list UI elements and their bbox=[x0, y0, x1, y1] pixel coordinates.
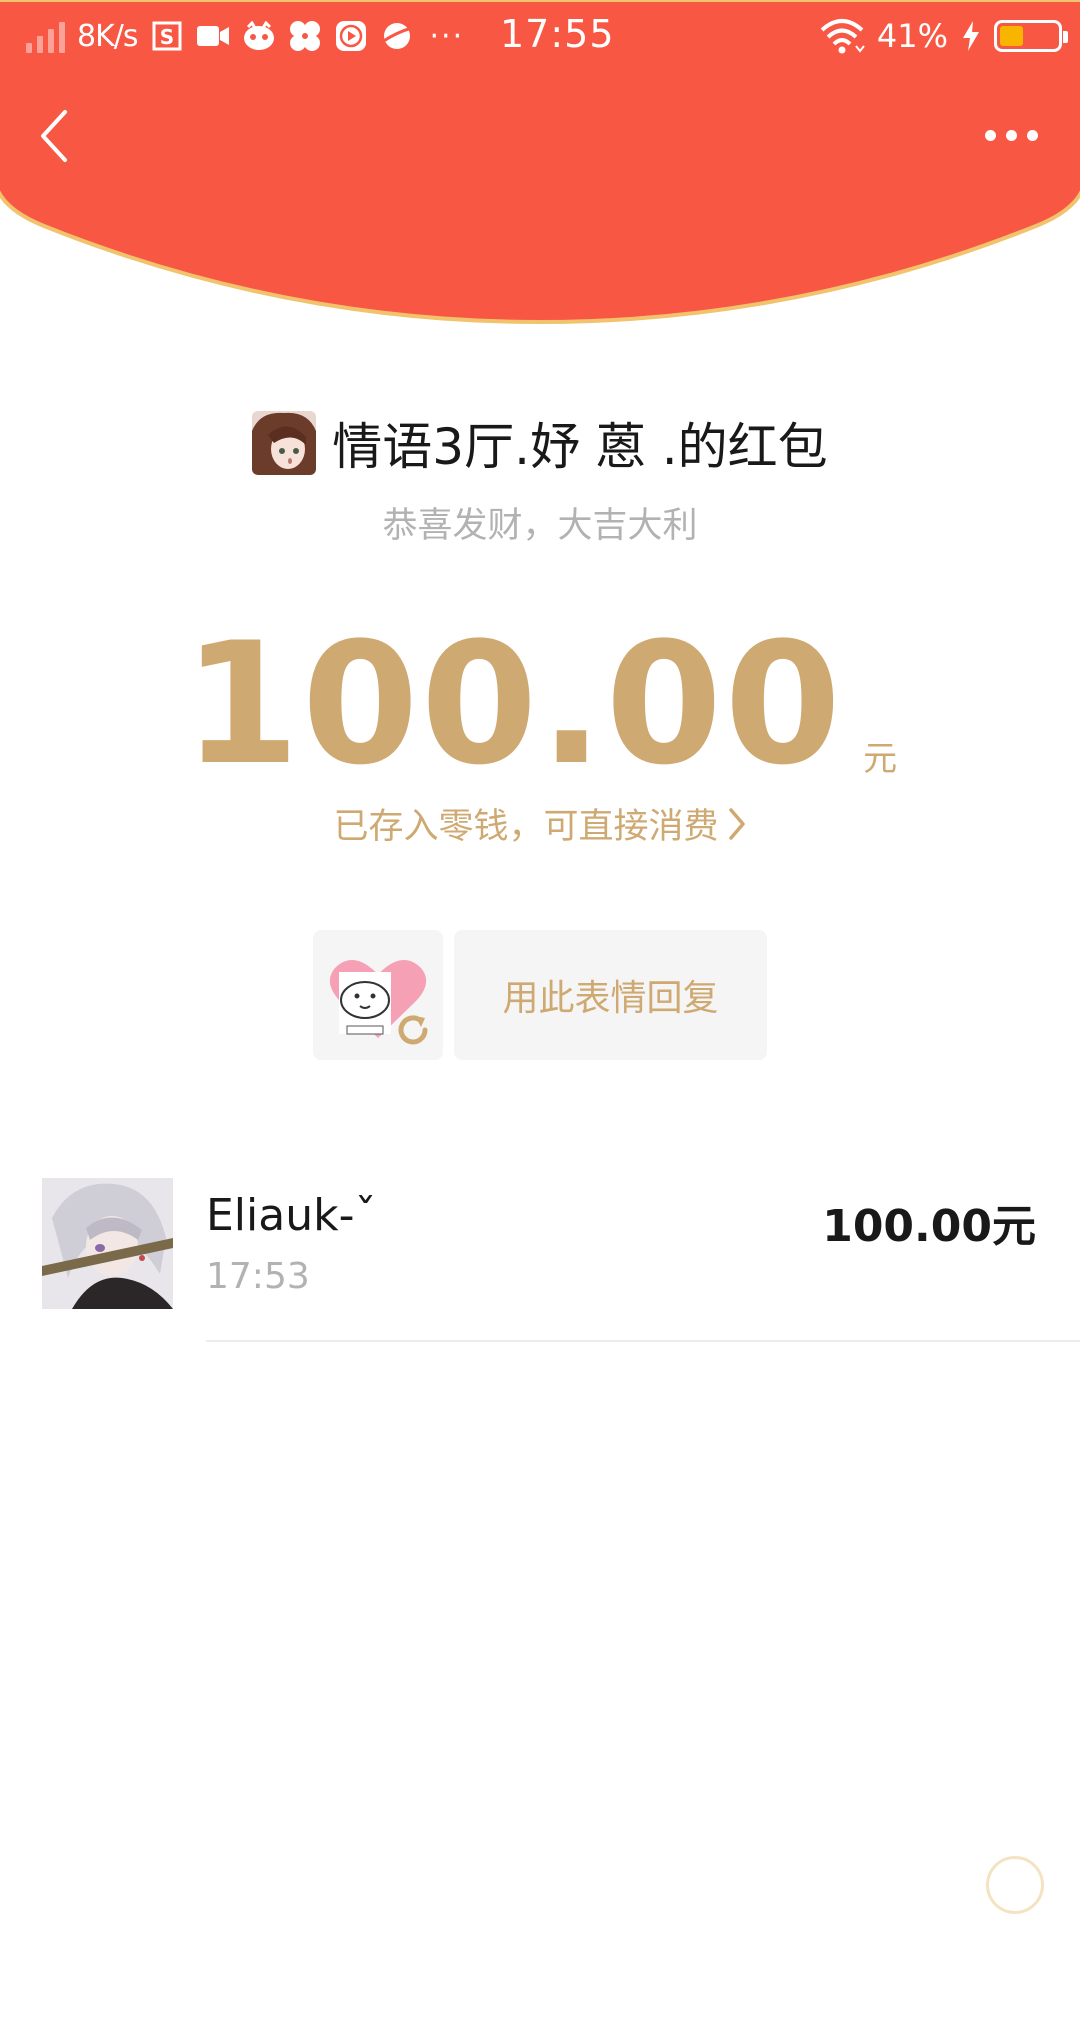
saved-to-balance-link[interactable]: 已存入零钱，可直接消费 bbox=[0, 798, 1080, 849]
chevron-left-icon bbox=[41, 110, 67, 162]
screenshot-icon: S bbox=[150, 19, 184, 53]
list-divider bbox=[206, 1340, 1080, 1342]
more-options-button[interactable] bbox=[976, 110, 1046, 160]
receiver-avatar[interactable] bbox=[42, 1178, 173, 1309]
battery-icon bbox=[994, 20, 1068, 52]
floating-assistant-button[interactable] bbox=[986, 1856, 1044, 1914]
battery-percent: 41% bbox=[876, 17, 948, 55]
reply-with-sticker-button[interactable]: 用此表情回复 bbox=[454, 930, 767, 1060]
status-time: 17:55 bbox=[500, 12, 615, 56]
receiver-list-item[interactable]: Eliauk-ˇ 17:53 100.00元 bbox=[0, 1178, 1080, 1342]
status-bar: 8K/s S ··· 17:55 41% bbox=[0, 0, 1080, 74]
amount-value: 100.00 bbox=[182, 606, 844, 802]
planet-icon bbox=[380, 19, 414, 53]
sender-avatar[interactable] bbox=[252, 411, 317, 475]
receiver-amount: 100.00元 bbox=[822, 1201, 1036, 1252]
app-face-icon bbox=[242, 19, 276, 53]
video-camera-icon bbox=[196, 19, 230, 53]
refresh-icon bbox=[398, 1015, 428, 1045]
receiver-name: Eliauk-ˇ bbox=[206, 1190, 377, 1241]
chevron-right-icon bbox=[728, 807, 745, 840]
greeting-message: 恭喜发财，大吉大利 bbox=[382, 506, 698, 546]
pinwheel-icon bbox=[288, 19, 322, 53]
amount-unit: 元 bbox=[863, 739, 898, 779]
more-dots-icon bbox=[984, 129, 996, 141]
back-button[interactable] bbox=[22, 104, 86, 168]
sender-title: 情语3厅.妤 蒽 .的红包 bbox=[332, 418, 828, 476]
amount-display: 100.00 元 bbox=[0, 620, 1080, 788]
saved-note-text: 已存入零钱，可直接消费 bbox=[333, 807, 719, 847]
play-icon bbox=[334, 19, 368, 53]
battery-level bbox=[1000, 26, 1023, 46]
charging-icon bbox=[960, 19, 982, 53]
svg-text:S: S bbox=[159, 25, 173, 49]
sender-header: 情语3厅.妤 蒽 .的红包 bbox=[0, 408, 1080, 478]
receiver-time: 17:53 bbox=[206, 1256, 310, 1297]
sticker-preview[interactable] bbox=[313, 930, 443, 1060]
signal-icon bbox=[26, 19, 65, 53]
sticker-reply-row: 用此表情回复 bbox=[313, 930, 767, 1060]
wifi-icon bbox=[819, 19, 865, 54]
network-speed: 8K/s bbox=[77, 18, 138, 54]
more-notifications-icon: ··· bbox=[429, 18, 465, 54]
